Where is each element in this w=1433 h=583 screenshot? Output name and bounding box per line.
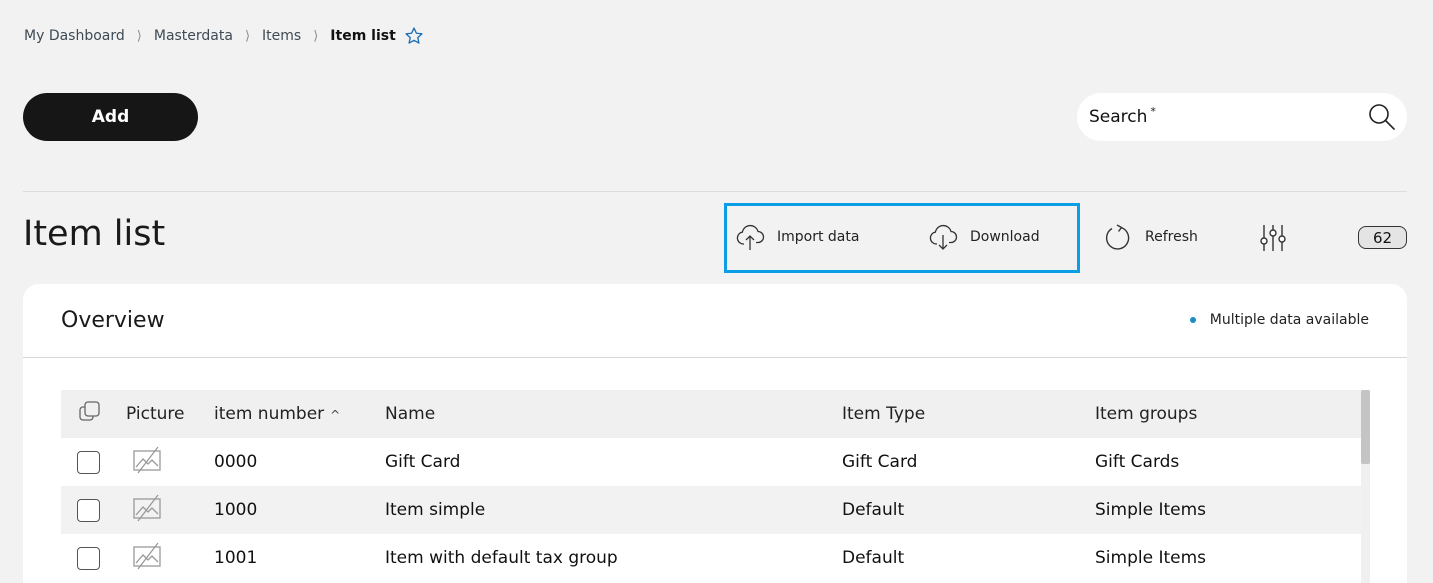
column-item-type[interactable]: Item Type xyxy=(842,390,1095,438)
image-placeholder-icon xyxy=(133,542,161,569)
items-table: Picture item number ^ Name Item Type Item… xyxy=(61,390,1361,582)
breadcrumb-separator: ⟩ xyxy=(136,28,142,44)
cell-item-groups: Gift Cards xyxy=(1095,452,1180,472)
cell-name: Gift Card xyxy=(385,452,461,472)
column-item-groups[interactable]: Item groups xyxy=(1095,390,1361,438)
status-dot xyxy=(1189,317,1196,323)
row-checkbox[interactable] xyxy=(77,546,100,570)
column-settings-button[interactable] xyxy=(1257,222,1289,257)
breadcrumb: My Dashboard ⟩ Masterdata ⟩ Items ⟩ Item… xyxy=(24,24,424,48)
required-marker: * xyxy=(1150,104,1156,118)
status-text: Multiple data available xyxy=(1209,312,1369,328)
refresh-icon xyxy=(1105,224,1130,250)
image-placeholder-icon xyxy=(133,494,161,521)
column-item-number-label: item number xyxy=(214,404,325,424)
image-placeholder-icon xyxy=(133,446,161,473)
add-button[interactable]: Add xyxy=(23,93,198,141)
table-row[interactable]: 1000 Item simple Default Simple Items xyxy=(61,486,1361,534)
status-indicator: Multiple data available xyxy=(1189,312,1369,328)
breadcrumb-separator: ⟩ xyxy=(313,28,319,44)
breadcrumb-current: Item list xyxy=(330,28,396,44)
row-checkbox[interactable] xyxy=(77,450,100,474)
import-data-label: Import data xyxy=(777,229,860,245)
refresh-label: Refresh xyxy=(1145,229,1198,245)
item-count-badge: 62 xyxy=(1358,226,1407,249)
row-checkbox[interactable] xyxy=(77,498,100,522)
cell-name: Item simple xyxy=(385,500,486,520)
cell-item-groups: Simple Items xyxy=(1095,548,1207,568)
column-name[interactable]: Name xyxy=(385,390,842,438)
cell-item-type: Default xyxy=(842,548,905,568)
cell-item-number: 1000 xyxy=(214,500,258,520)
cell-item-type: Default xyxy=(842,500,905,520)
select-all-cell[interactable] xyxy=(61,390,114,438)
cloud-download-icon xyxy=(929,224,958,250)
overview-card: Overview Multiple data available Picture… xyxy=(23,284,1407,583)
search-icon[interactable] xyxy=(1367,102,1397,136)
column-item-number[interactable]: item number ^ xyxy=(214,390,385,438)
import-data-button[interactable]: Import data xyxy=(735,222,859,252)
page-title: Item list xyxy=(23,214,166,254)
table-row[interactable]: 0000 Gift Card Gift Card Gift Cards xyxy=(61,438,1361,486)
breadcrumb-my-dashboard[interactable]: My Dashboard xyxy=(24,28,125,44)
search-label: Search xyxy=(1089,107,1148,127)
download-button[interactable]: Download xyxy=(928,222,1040,252)
cell-item-type: Gift Card xyxy=(842,452,918,472)
table-row[interactable]: 1001 Item with default tax group Default… xyxy=(61,534,1361,582)
table-header-row: Picture item number ^ Name Item Type Item… xyxy=(61,390,1361,438)
card-divider xyxy=(23,357,1407,358)
search-input[interactable]: Search * xyxy=(1077,93,1407,141)
breadcrumb-items[interactable]: Items xyxy=(262,28,301,44)
breadcrumb-separator: ⟩ xyxy=(244,28,251,44)
cloud-upload-icon xyxy=(736,224,765,250)
star-icon[interactable] xyxy=(404,26,424,46)
breadcrumb-masterdata[interactable]: Masterdata xyxy=(154,28,233,44)
table-scrollbar-thumb[interactable] xyxy=(1361,390,1370,464)
column-picture: Picture xyxy=(126,404,185,424)
sort-ascending-icon[interactable]: ^ xyxy=(330,408,340,422)
cell-name: Item with default tax group xyxy=(385,548,618,568)
cell-item-groups: Simple Items xyxy=(1095,500,1207,520)
header-divider xyxy=(23,191,1407,192)
download-label: Download xyxy=(970,229,1040,245)
cell-item-number: 1001 xyxy=(214,548,258,568)
cell-item-number: 0000 xyxy=(214,452,258,472)
sliders-icon xyxy=(1260,225,1286,251)
overview-title: Overview xyxy=(61,308,165,333)
refresh-button[interactable]: Refresh xyxy=(1103,222,1198,252)
copy-icon[interactable] xyxy=(77,399,103,425)
